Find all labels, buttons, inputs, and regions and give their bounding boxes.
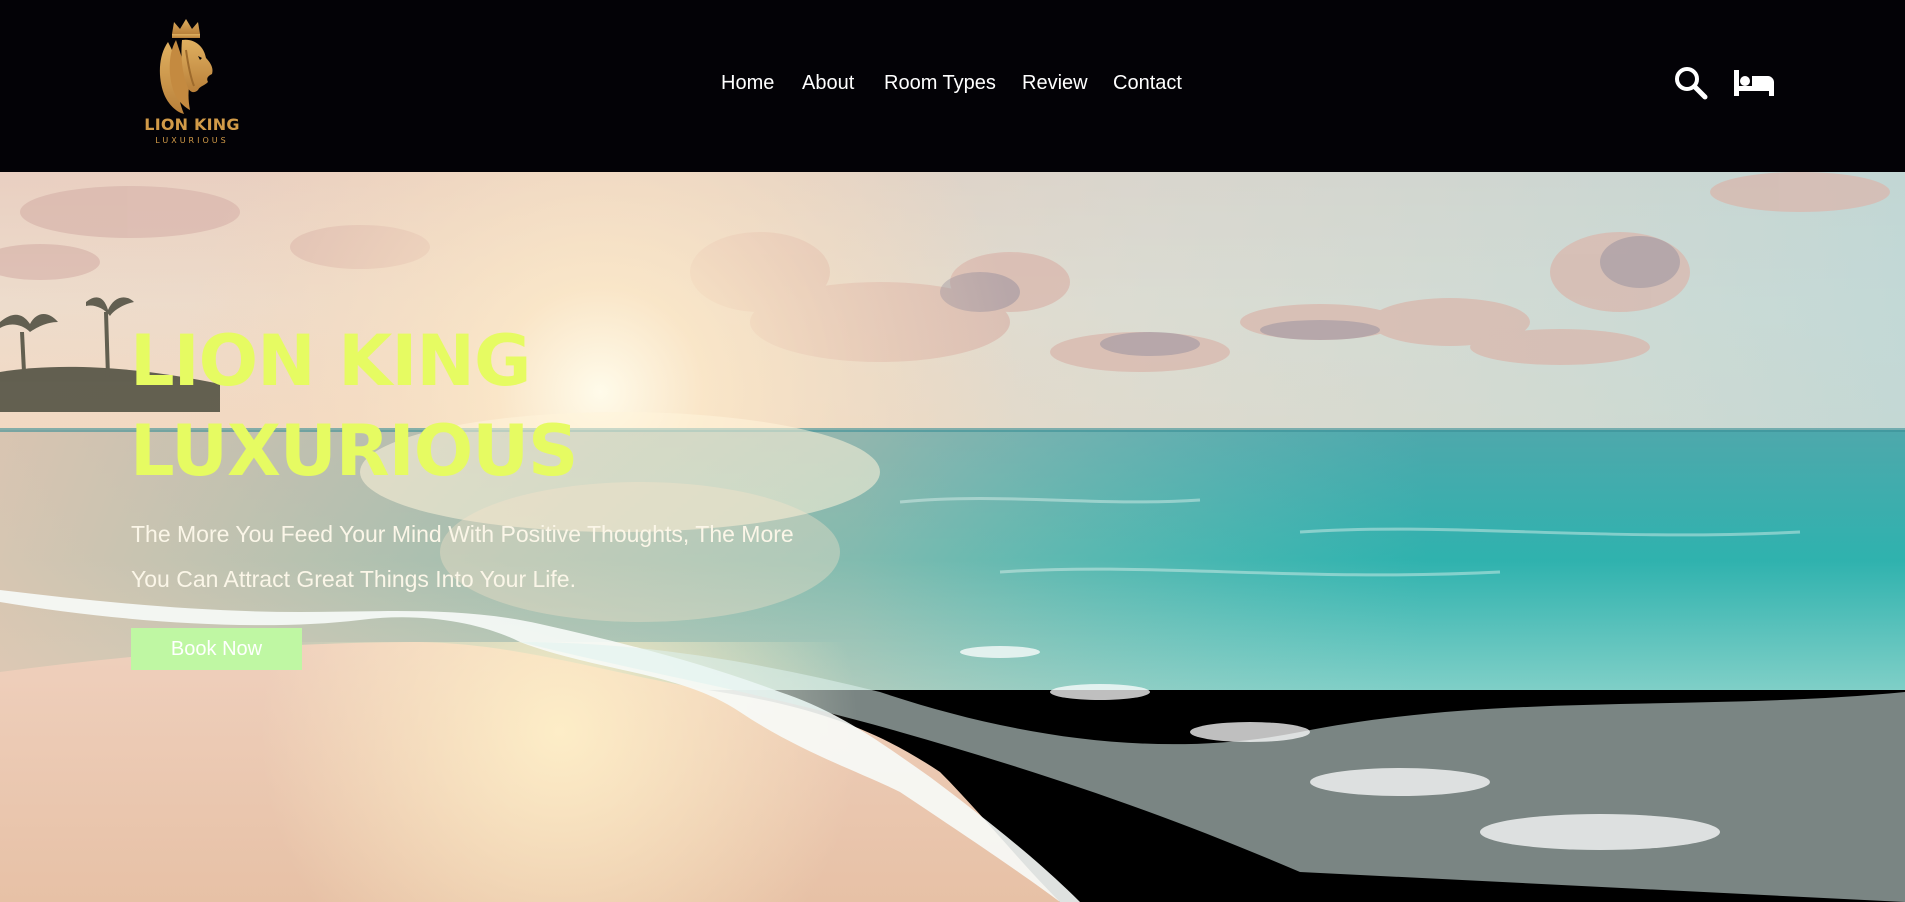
- lion-crest-icon: [159, 19, 213, 114]
- brand-logo[interactable]: LION KING LUXURIOUS: [128, 16, 256, 150]
- nav-contact-link[interactable]: Contact: [1113, 70, 1182, 96]
- logo-wordmark: LION KING: [144, 115, 240, 134]
- logo-tagline: LUXURIOUS: [155, 136, 229, 145]
- hero-subtitle-line2: You Can Attract Great Things Into Your L…: [131, 566, 576, 592]
- hero-title-line1: LION KING: [130, 320, 531, 402]
- hero-subtitle-line1: The More You Feed Your Mind With Positiv…: [131, 521, 794, 547]
- book-now-button[interactable]: Book Now: [131, 628, 302, 670]
- nav-room-types-link[interactable]: Room Types: [884, 70, 996, 96]
- hero-title: LION KING LUXURIOUS: [130, 316, 578, 496]
- bed-icon[interactable]: [1734, 68, 1774, 103]
- hero-banner: LION KING LUXURIOUS The More You Feed Yo…: [0, 172, 1905, 902]
- nav-home-link[interactable]: Home: [721, 70, 774, 96]
- search-icon[interactable]: [1674, 66, 1708, 105]
- hero-subtitle: The More You Feed Your Mind With Positiv…: [131, 512, 891, 602]
- nav-review-link[interactable]: Review: [1022, 70, 1088, 96]
- site-header: LION KING LUXURIOUS Home About Room Type…: [0, 0, 1905, 172]
- hero-title-line2: LUXURIOUS: [130, 410, 578, 492]
- nav-about-link[interactable]: About: [802, 70, 854, 96]
